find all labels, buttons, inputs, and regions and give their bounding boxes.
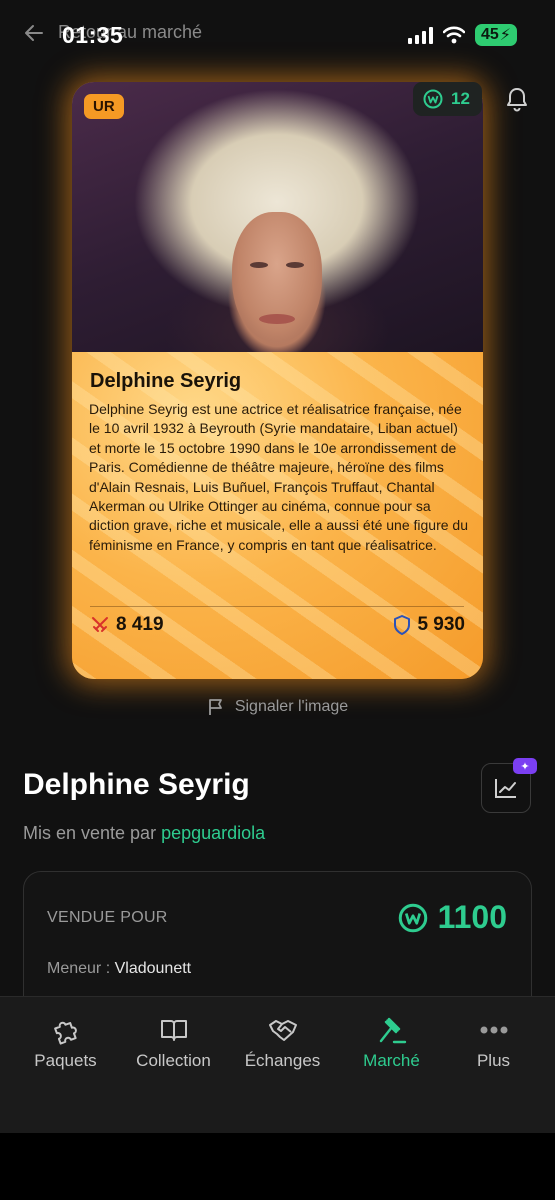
wcoin-count-badge[interactable]: 12 [413,82,482,116]
charging-icon: ⚡ [499,27,511,44]
seller-line: Mis en vente par pepguardiola [23,823,265,844]
wcoin-count: 12 [451,89,470,108]
battery-level: 45 [480,26,499,43]
card-divider [90,606,464,607]
wcoin-icon [423,89,443,109]
wifi-icon [442,26,465,44]
leader-name[interactable]: Vladounett [115,960,192,977]
price-value: 1100 [437,899,507,935]
sparkle-icon: ✦ [513,758,537,774]
arrow-left-icon [25,24,43,41]
leader-label: Meneur : [47,960,111,977]
portrait-lips [259,314,295,324]
card-description: Delphine Seyrig est une actrice et réali… [89,401,468,553]
report-label: Signaler l'image [234,698,349,715]
card-body: Delphine Seyrig Delphine Seyrig est une … [72,352,483,679]
defense-stat: 5 930 [393,614,465,636]
rarity-badge: UR [84,94,124,119]
nav-label: Collection [136,1051,211,1070]
report-image-button[interactable]: Signaler l'image [0,698,555,716]
nav-item-echanges[interactable]: Échanges [227,1015,338,1071]
sold-label: VENDUE POUR [47,909,168,926]
seller-prefix: Mis en vente par [23,823,157,843]
listing-title: Delphine Seyrig [23,768,250,801]
bell-icon[interactable] [505,86,529,112]
wcoin-icon [398,903,427,932]
more-icon [480,1026,507,1034]
nav-label: Échanges [244,1051,321,1070]
nav-item-collection[interactable]: Collection [118,1015,229,1071]
card-portrait: UR [72,82,483,352]
attack-value: 8 419 [116,614,164,635]
system-icons: 45 ⚡ [407,24,517,46]
sale-price: 1100 [398,899,507,936]
signal-icon [407,26,433,44]
shield-icon [394,615,411,635]
gavel-icon [379,1017,406,1044]
nav-item-plus[interactable]: Plus [438,1015,549,1071]
nav-label: Plus [476,1051,511,1070]
portrait-eye-left [250,262,268,268]
nav-label: Marché [363,1051,420,1070]
flag-icon [208,699,222,715]
home-indicator-area [0,1133,555,1200]
attack-stat: 8 419 [90,614,164,636]
puzzle-icon [53,1021,77,1045]
nav-label: Paquets [34,1051,97,1070]
defense-value: 5 930 [417,614,465,635]
battery-indicator: 45 ⚡ [474,24,517,46]
nav-item-paquets[interactable]: Paquets [10,1015,121,1071]
card-name: Delphine Seyrig [90,370,242,392]
leader-line: Meneur : Vladounett [47,960,191,978]
handshake-icon [268,1020,297,1041]
player-card[interactable]: UR Delphine Seyrig Delphine Seyrig est u… [72,82,483,679]
swords-icon [92,617,108,632]
chart-icon [495,779,516,798]
nav-item-marche[interactable]: Marché [336,1015,447,1071]
seller-link[interactable]: pepguardiola [161,823,265,843]
screen: Retour au marché 01:35 45 ⚡ UR Delphine … [0,0,555,1200]
portrait-eye-right [286,262,304,268]
book-icon [160,1020,187,1041]
bottom-nav: Paquets Collection Échanges Marché Plus [0,996,555,1133]
status-time: 01:35 [62,22,124,48]
